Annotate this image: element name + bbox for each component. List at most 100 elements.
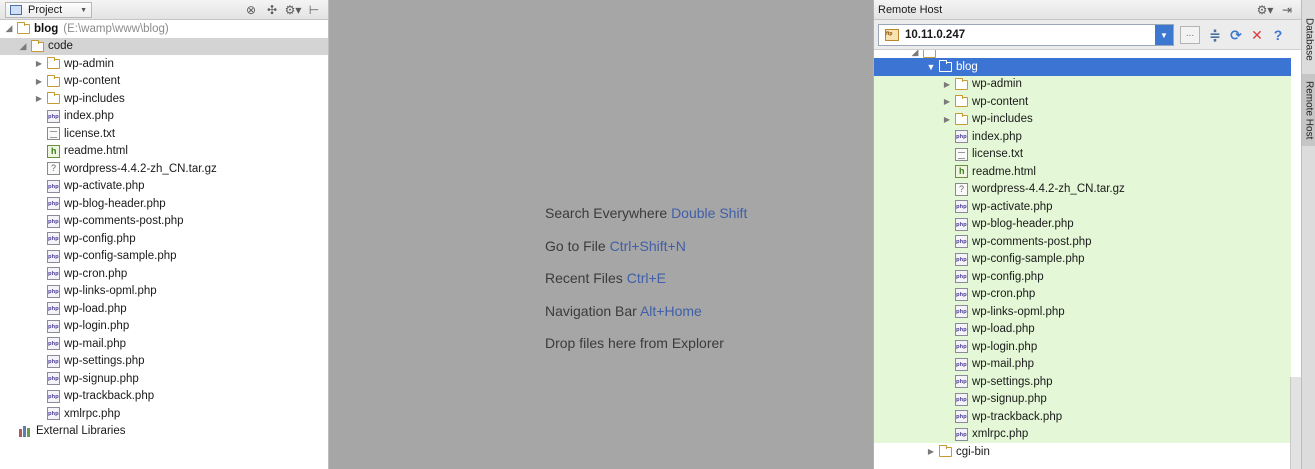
folder-icon [47,74,60,87]
expand-arrow-icon[interactable]: ▶ [942,80,952,89]
tree-folder-blog-selected[interactable]: ▼ blog [874,58,1291,76]
tree-file[interactable]: wp-activate.php [874,198,1291,216]
tree-folder[interactable]: ▶ wp-admin [0,55,328,73]
folder-icon [939,60,952,73]
expand-arrow-icon[interactable]: ◢ [4,23,14,34]
chevron-down-icon[interactable]: ▼ [1155,25,1173,45]
tree-file[interactable]: wordpress-4.4.2-zh_CN.tar.gz [874,181,1291,199]
tree-external-libraries[interactable]: External Libraries [0,423,328,441]
remote-scrollbar[interactable] [1290,377,1301,469]
tree-file[interactable]: wp-trackback.php [0,388,328,406]
target-icon[interactable]: ✣ [264,2,280,17]
tree-file[interactable]: wp-load.php [0,300,328,318]
tree-file[interactable]: wp-mail.php [874,356,1291,374]
php-file-icon [955,392,968,406]
expand-arrow-icon[interactable]: ▶ [34,77,44,86]
tree-item-label: wp-content [64,75,121,88]
tree-file[interactable]: wp-comments-post.php [874,233,1291,251]
tree-file[interactable]: wp-links-opml.php [0,283,328,301]
tree-file[interactable]: xmlrpc.php [0,405,328,423]
tab-remote-host[interactable]: Remote Host [1302,74,1315,146]
tree-item-label: wp-admin [64,57,114,70]
tree-folder[interactable]: ▶ wp-includes [0,90,328,108]
tree-folder-cgi-bin[interactable]: ▶ cgi-bin [874,443,1301,461]
refresh-icon[interactable]: ⟳ [1229,27,1243,43]
tree-file[interactable]: wp-links-opml.php [874,303,1291,321]
tree-item-label: wordpress-4.4.2-zh_CN.tar.gz [64,162,217,175]
expand-arrow-icon[interactable]: ◢ [910,50,920,58]
tree-file[interactable]: wp-blog-header.php [0,195,328,213]
collapse-all-icon[interactable]: ≑ [1208,27,1222,43]
tree-file[interactable]: wp-activate.php [0,178,328,196]
expand-arrow-icon[interactable]: ▼ [926,62,936,72]
tree-file[interactable]: index.php [874,128,1291,146]
close-icon[interactable]: ✕ [1250,27,1264,43]
folder-icon [47,57,60,70]
tree-file[interactable]: license.txt [874,146,1291,164]
tree-file[interactable]: wp-blog-header.php [874,216,1291,234]
tree-file[interactable]: wp-settings.php [0,353,328,371]
project-view-selector[interactable]: Project ▼ [5,2,92,18]
tree-file[interactable]: wp-load.php [874,321,1291,339]
tree-folder[interactable]: ▶ wp-admin [874,76,1291,94]
hide-panel-icon[interactable]: ⊢ [306,2,322,17]
php-file-icon [47,249,60,263]
tree-file[interactable]: xmlrpc.php [874,426,1291,444]
tree-folder[interactable]: ▶ wp-content [0,73,328,91]
expand-arrow-icon[interactable]: ▶ [34,94,44,103]
tree-file[interactable]: wordpress-4.4.2-zh_CN.tar.gz [0,160,328,178]
tree-folder[interactable]: ▶ wp-content [874,93,1291,111]
tab-database[interactable]: Database [1302,8,1315,70]
gear-icon[interactable]: ⚙▾ [285,2,302,17]
tree-file[interactable]: wp-config.php [0,230,328,248]
tree-file[interactable]: wp-config-sample.php [0,248,328,266]
settings-circle-icon[interactable]: ⊗ [243,2,259,17]
tree-file[interactable]: wp-signup.php [0,370,328,388]
remote-host-selector[interactable]: 10.11.0.247 ▼ [878,24,1174,46]
tree-file[interactable]: readme.html [874,163,1291,181]
tree-item-label: wp-activate.php [972,200,1053,213]
tree-file[interactable]: wp-cron.php [0,265,328,283]
tree-file[interactable]: wp-settings.php [874,373,1291,391]
expand-arrow-icon[interactable]: ▶ [34,59,44,68]
tree-file[interactable]: wp-config-sample.php [874,251,1291,269]
tree-file[interactable]: wp-trackback.php [874,408,1291,426]
gear-icon[interactable]: ⚙▾ [1257,2,1274,17]
hint-go-to-file: Go to File Ctrl+Shift+N [545,238,747,271]
tree-item-label: wp-cron.php [64,267,128,280]
expand-arrow-icon[interactable]: ▶ [942,97,952,106]
root-folder-name: blog [34,22,59,35]
php-file-icon [955,287,968,301]
tree-folder-www[interactable]: ◢ www [874,50,1301,58]
tree-item-label: External Libraries [36,425,126,438]
tree-folder[interactable]: ▶ wp-includes [874,111,1291,129]
tree-file[interactable]: wp-login.php [0,318,328,336]
tree-file[interactable]: license.txt [0,125,328,143]
hint-shortcut: Double Shift [671,205,748,221]
help-icon[interactable]: ? [1271,27,1285,43]
tree-file[interactable]: wp-comments-post.php [0,213,328,231]
folder-icon [939,445,952,458]
folder-icon [955,95,968,108]
tree-item-label: license.txt [64,127,116,140]
tree-folder-code[interactable]: ◢ code [0,37,328,55]
tree-item-label: blog [956,60,978,73]
tree-file[interactable]: index.php [0,108,328,126]
expand-arrow-icon[interactable]: ▶ [942,115,952,124]
tree-root-blog[interactable]: ◢ blog (E:\wamp\www\blog) [0,20,328,38]
tree-file[interactable]: readme.html [0,143,328,161]
tree-item-label: wp-settings.php [972,375,1053,388]
tree-file[interactable]: wp-login.php [874,338,1291,356]
editor-empty-area[interactable]: Search Everywhere Double Shift Go to Fil… [329,0,873,469]
remote-tools: ≑ ⟳ ✕ ? [1208,27,1285,43]
tree-file[interactable]: wp-config.php [874,268,1291,286]
expand-arrow-icon[interactable]: ◢ [18,41,28,52]
tree-file[interactable]: wp-cron.php [874,286,1291,304]
tree-file[interactable]: wp-mail.php [0,335,328,353]
tree-file[interactable]: wp-signup.php [874,391,1291,409]
hint-recent-files: Recent Files Ctrl+E [545,270,747,303]
expand-arrow-icon[interactable]: ▶ [926,447,936,456]
hide-panel-icon[interactable]: ⇥ [1279,2,1295,17]
php-file-icon [47,354,60,368]
browse-button[interactable]: ... [1180,26,1200,44]
